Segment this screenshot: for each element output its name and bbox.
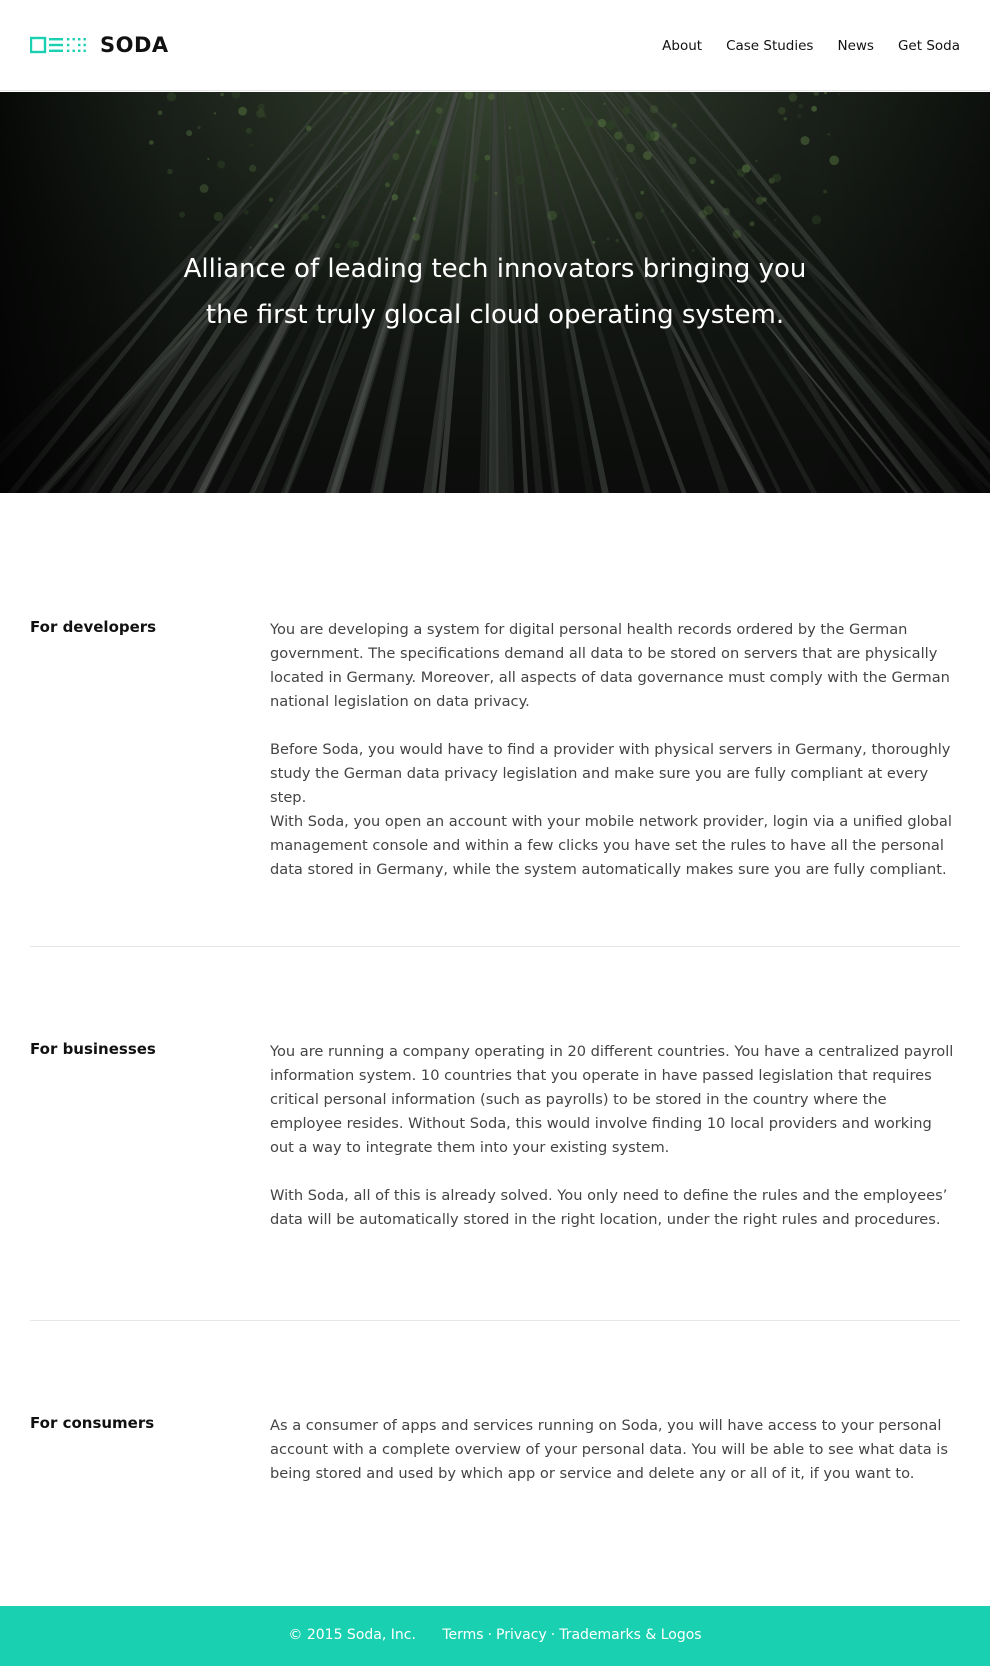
footer-separator: · xyxy=(487,1627,493,1643)
section-title-developers: For developers xyxy=(30,618,157,636)
footer-terms-link[interactable]: Terms xyxy=(442,1627,483,1643)
hero-headline-line-1: Alliance of leading tech innovators brin… xyxy=(183,254,807,284)
section-body-consumers: As a consumer of apps and services runni… xyxy=(270,1414,960,1510)
nav-news-link[interactable]: News xyxy=(837,38,873,54)
paragraph: Before Soda, you would have to find a pr… xyxy=(270,741,951,806)
paragraph: You are running a company operating in 2… xyxy=(270,1043,954,1156)
nav-get-soda-link[interactable]: Get Soda xyxy=(898,38,960,54)
brand-name: SODA xyxy=(100,33,169,57)
main-nav: About Case Studies News Get Soda xyxy=(662,38,960,54)
site-footer: © 2015 Soda, Inc. Terms · Privacy · Trademar… xyxy=(0,1606,990,1666)
footer-trademarks-link[interactable]: Trademarks & Logos xyxy=(559,1627,701,1643)
footer-privacy-link[interactable]: Privacy xyxy=(496,1627,547,1643)
logo-link[interactable]: SODA xyxy=(30,33,169,57)
hero-banner: Alliance of leading tech innovators brin… xyxy=(0,92,990,493)
footer-content: © 2015 Soda, Inc. Terms · Privacy · Trademar… xyxy=(0,1627,990,1643)
hero-headline: Alliance of leading tech innovators brin… xyxy=(0,246,990,338)
nav-case-studies-link[interactable]: Case Studies xyxy=(726,38,813,54)
section-body-businesses: You are running a company operating in 2… xyxy=(270,1040,960,1256)
copyright-text: © 2015 Soda, Inc. xyxy=(288,1627,416,1643)
paragraph: As a consumer of apps and services runni… xyxy=(270,1417,948,1482)
soda-logo-mark-icon xyxy=(30,36,86,54)
section-title-businesses: For businesses xyxy=(30,1040,156,1058)
nav-about-link[interactable]: About xyxy=(662,38,702,54)
paragraph: With Soda, all of this is already solved… xyxy=(270,1187,948,1228)
section-title-consumers: For consumers xyxy=(30,1414,155,1432)
paragraph: You are developing a system for digital … xyxy=(270,621,950,710)
footer-separator: · xyxy=(550,1627,556,1643)
site-header: SODA About Case Studies News Get Soda xyxy=(0,0,990,91)
section-divider xyxy=(30,1320,960,1321)
hero-headline-line-2: the first truly glocal cloud operating s… xyxy=(205,300,785,330)
section-body-developers: You are developing a system for digital … xyxy=(270,618,960,906)
paragraph: With Soda, you open an account with your… xyxy=(270,813,952,878)
section-divider xyxy=(30,946,960,947)
